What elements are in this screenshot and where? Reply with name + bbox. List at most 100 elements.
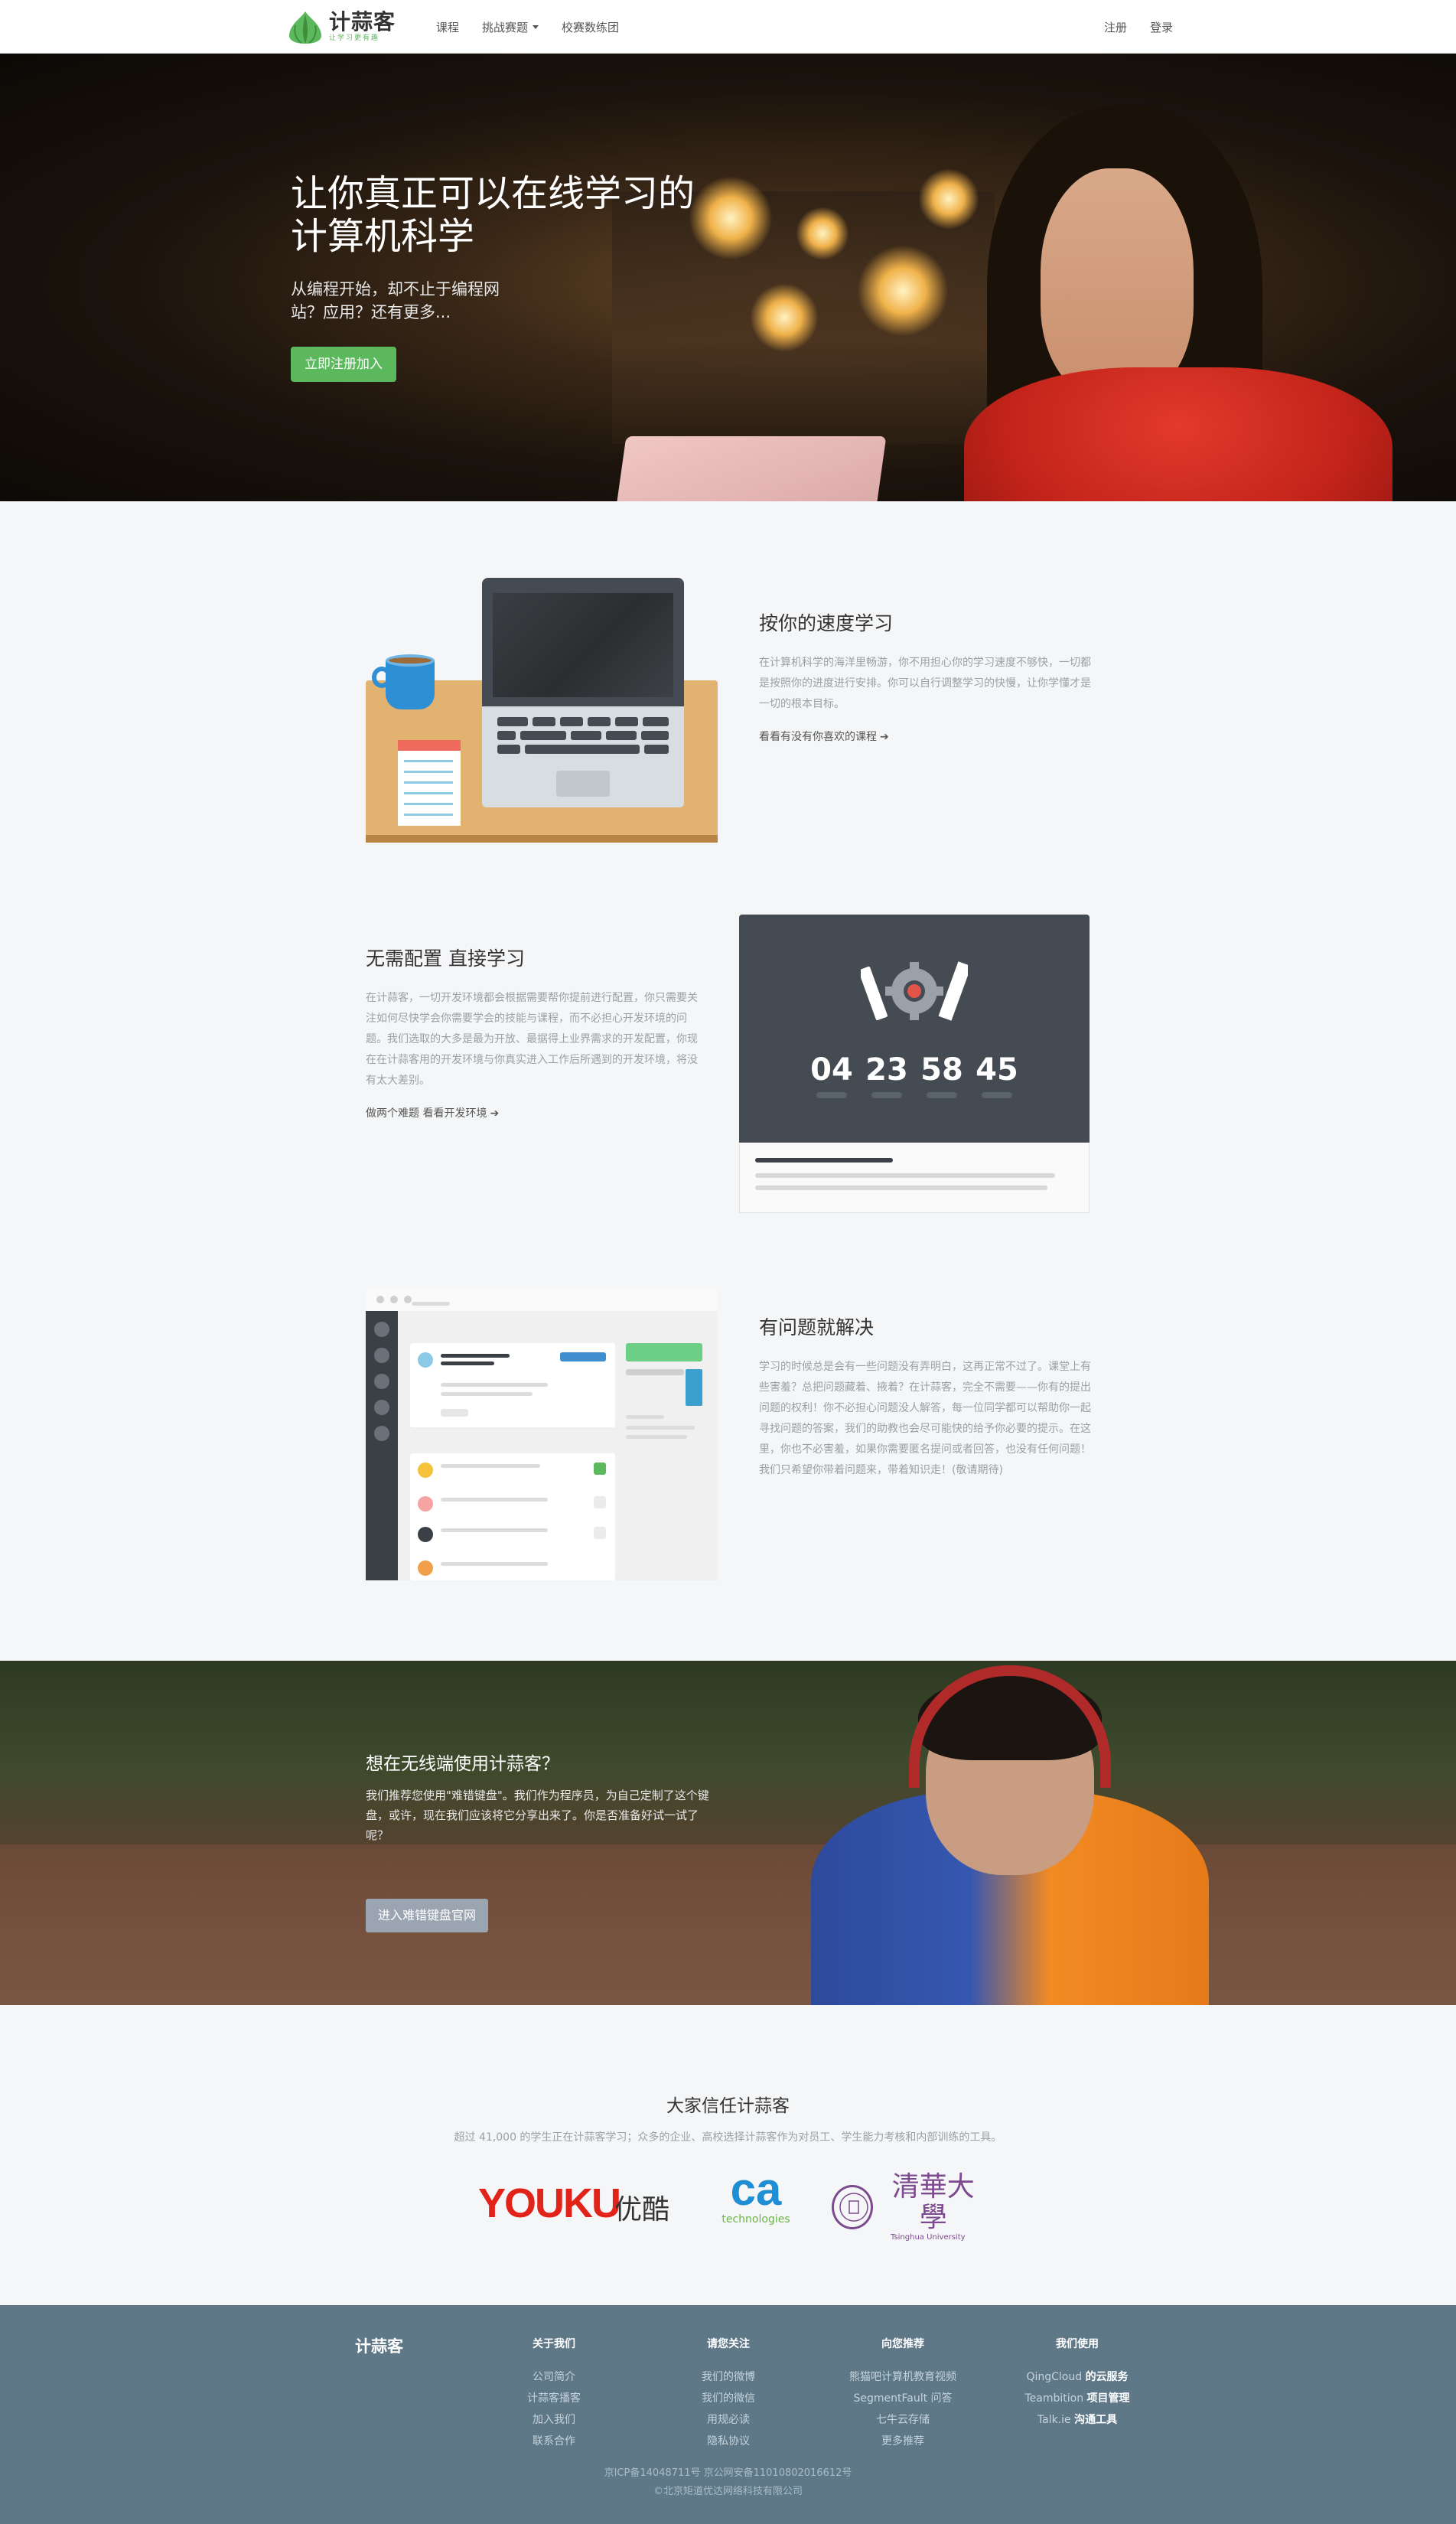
placeholder-line	[755, 1185, 1047, 1190]
partner-logos: YOUKU 优酷 ca technologies 清華大學 Tsinghua U…	[478, 2166, 983, 2242]
footer-legal: 京ICP备14048711号 京公网安备11010802016612号 ©北京矩…	[0, 2464, 1456, 2501]
footer-link[interactable]: 公司简介	[477, 2366, 630, 2388]
feature-title: 无需配置 直接学习	[366, 947, 525, 970]
feature-ask-questions: 有问题就解决 学习的时候总是会有一些问题没有弄明白，这再正常不过了。课堂上有些害…	[759, 1313, 1096, 1481]
footer-link[interactable]: 熊猫吧计算机教育视频	[826, 2366, 979, 2388]
checkbox	[594, 1527, 606, 1539]
keyboard-site-button[interactable]: 进入难错键盘官网	[366, 1899, 489, 1932]
footer-link[interactable]: QingCloud 的云服务	[1001, 2366, 1154, 2388]
hero-lamp	[796, 207, 849, 260]
footer-link[interactable]: 我们的微信	[652, 2388, 805, 2409]
footer-link-name: Talk.ie	[1037, 2414, 1071, 2426]
feature-description: 学习的时候总是会有一些问题没有弄明白，这再正常不过了。课堂上有些害羞？总把问题藏…	[759, 1361, 1091, 1476]
footer-col-title: 我们使用	[1056, 2338, 1099, 2350]
key	[641, 731, 669, 740]
garlic-logo-icon	[288, 11, 322, 44]
notepad-line	[404, 814, 453, 816]
nav-link-courses[interactable]: 课程	[436, 19, 459, 35]
footer-link-desc: 沟通工具	[1074, 2414, 1118, 2426]
sidebar-icon	[374, 1426, 389, 1441]
footer-link[interactable]: Talk.ie 沟通工具	[1001, 2409, 1154, 2431]
feature-title: 有问题就解决	[759, 1316, 875, 1339]
hero-banner: 让你真正可以在线学习的 计算机科学 从编程开始，却不止于编程网站？应用？还有更多…	[0, 54, 1456, 501]
placeholder-line	[441, 1528, 548, 1532]
signup-link[interactable]: 注册	[1104, 19, 1127, 35]
footer-link[interactable]: 计蒜客播客	[477, 2388, 630, 2409]
hero-subtitle: 从编程开始，却不止于编程网站？应用？还有更多...	[291, 280, 500, 321]
hero-lamp	[918, 168, 979, 230]
nav-link-challenges-label: 挑战赛题	[482, 20, 529, 34]
hero-laptop	[613, 436, 887, 501]
hero-lamp	[750, 283, 819, 352]
logo-text: 计蒜客 让学习更有趣	[329, 11, 396, 43]
countdown-cell: 58	[914, 1052, 969, 1098]
login-link[interactable]: 登录	[1150, 19, 1173, 35]
footer-col-we-use: 我们使用 QingCloud 的云服务 Teambition 项目管理 Talk…	[1001, 2336, 1154, 2431]
question-card	[410, 1343, 615, 1427]
countdown-illustration: 04 23 58 45	[739, 915, 1090, 1213]
icp-record: 京ICP备14048711号 京公网安备11010802016612号	[604, 2467, 852, 2479]
checkbox	[594, 1463, 606, 1475]
nav-link-school-training[interactable]: 校赛数练团	[562, 19, 619, 35]
coffee-mug	[386, 660, 435, 709]
placeholder-line	[441, 1498, 548, 1502]
footer-brand: 计蒜客	[355, 2337, 403, 2356]
coffee-surface	[386, 654, 435, 667]
placeholder-line	[441, 1361, 494, 1365]
tsinghua-text: 清華大學 Tsinghua University	[873, 2172, 983, 2242]
footer-link[interactable]: 七牛云存储	[826, 2409, 979, 2431]
footer-link[interactable]: 我们的微博	[652, 2366, 805, 2388]
try-problems-link[interactable]: 做两个难题 看看开发环境 ➔	[366, 1105, 702, 1120]
qa-app-illustration	[366, 1290, 718, 1580]
logo-title: 计蒜客	[329, 9, 396, 34]
notepad	[398, 740, 461, 826]
feature-link-label: 看看有没有你喜欢的课程	[759, 731, 877, 743]
footer-col-title: 关于我们	[533, 2338, 575, 2350]
footer-link[interactable]: 更多推荐	[826, 2431, 979, 2452]
browse-courses-link[interactable]: 看看有没有你喜欢的课程 ➔	[759, 729, 1096, 744]
placeholder-line	[441, 1562, 548, 1566]
footer-link[interactable]: SegmentFault 问答	[826, 2388, 979, 2409]
checkbox	[594, 1496, 606, 1508]
footer-link-desc: 项目管理	[1086, 2392, 1130, 2405]
feature-learn-at-your-pace: 按你的速度学习 在计算机科学的海洋里畅游，你不用担心你的学习速度不够快，一切都是…	[759, 608, 1096, 744]
footer-link[interactable]: 联系合作	[477, 2431, 630, 2452]
key	[525, 745, 640, 754]
ca-technologies-logo: ca technologies	[714, 2166, 798, 2226]
placeholder-line	[626, 1426, 695, 1430]
countdown-cell: 23	[859, 1052, 914, 1098]
site-logo[interactable]: 计蒜客 让学习更有趣	[285, 8, 396, 46]
sidebar-icon	[374, 1322, 389, 1337]
mobile-text: 想在无线端使用计蒜客？ 我们推荐您使用"难错键盘"。我们作为程序员，为自己定制了…	[366, 1749, 718, 1932]
avatar	[418, 1560, 433, 1576]
footer-link[interactable]: 加入我们	[477, 2409, 630, 2431]
ca-wordmark: ca	[730, 2164, 782, 2215]
placeholder-line	[755, 1173, 1055, 1178]
key	[533, 717, 555, 726]
app-titlebar	[366, 1290, 718, 1311]
footer-link[interactable]: Teambition 项目管理	[1001, 2388, 1154, 2409]
footer-link[interactable]: 隐私协议	[652, 2431, 805, 2452]
laptop-trackpad	[556, 771, 610, 797]
footer-link[interactable]: 用规必读	[652, 2409, 805, 2431]
notepad-line	[404, 781, 453, 784]
ca-subtitle: technologies	[721, 2213, 790, 2226]
sidebar-icon	[374, 1400, 389, 1415]
nav-link-challenges[interactable]: 挑战赛题	[482, 19, 539, 35]
signup-join-button[interactable]: 立即注册加入	[291, 347, 396, 382]
trust-title: 大家信任计蒜客	[666, 2096, 790, 2116]
hero-text: 让你真正可以在线学习的 计算机科学 从编程开始，却不止于编程网站？应用？还有更多…	[291, 172, 719, 382]
laptop-screen-display	[493, 593, 673, 697]
countdown-number: 58	[920, 1052, 963, 1088]
footer-link-desc: 的云服务	[1085, 2371, 1129, 2383]
avatar	[418, 1463, 433, 1478]
key	[571, 731, 601, 740]
key	[497, 731, 516, 740]
nav-auth: 注册 登录	[1081, 0, 1173, 54]
countdown-panel: 04 23 58 45	[739, 915, 1090, 1143]
key	[497, 745, 520, 754]
mobile-keyboard-section: 想在无线端使用计蒜客？ 我们推荐您使用"难错键盘"。我们作为程序员，为自己定制了…	[0, 1661, 1456, 2005]
countdown-cell: 04	[804, 1052, 859, 1098]
tsinghua-chinese-name: 清華大學	[891, 2171, 975, 2233]
countdown-bar	[982, 1092, 1012, 1098]
